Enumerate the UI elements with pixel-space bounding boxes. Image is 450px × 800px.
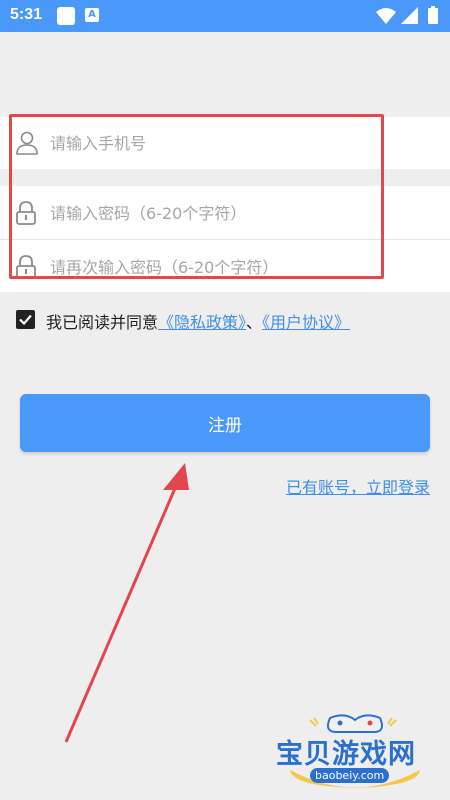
check-icon bbox=[19, 314, 32, 326]
status-time: 5:31 bbox=[10, 6, 43, 23]
privacy-policy-link[interactable]: 《隐私政策》 bbox=[158, 313, 246, 332]
password-field[interactable] bbox=[0, 186, 450, 239]
app-icon bbox=[57, 7, 75, 25]
agreement-separator: 、 bbox=[246, 313, 263, 332]
password-input[interactable] bbox=[50, 201, 440, 225]
battery-icon bbox=[428, 6, 438, 24]
user-agreement-link[interactable]: 《用户协议》 bbox=[262, 313, 350, 332]
phone-input[interactable] bbox=[50, 131, 440, 155]
agreement-text: 我已阅读并同意《隐私政策》、《用户协议》 bbox=[46, 309, 350, 333]
watermark-title: 宝贝游戏网 bbox=[276, 739, 416, 770]
agreement-checkbox[interactable] bbox=[16, 310, 35, 329]
confirm-password-field[interactable] bbox=[0, 240, 450, 292]
status-bar: 5:31 A bbox=[0, 0, 450, 32]
confirm-password-input[interactable] bbox=[50, 255, 440, 279]
register-button[interactable]: 注册 bbox=[20, 394, 430, 452]
signal-icon bbox=[401, 7, 418, 24]
wifi-icon bbox=[376, 8, 396, 24]
login-link[interactable]: 已有账号，立即登录 bbox=[286, 474, 430, 498]
watermark-url: baobeiy.com bbox=[310, 768, 390, 783]
lock-icon bbox=[16, 255, 36, 279]
lock-icon bbox=[16, 201, 36, 225]
watermark-logo: 宝贝游戏网 baobeiy.com bbox=[270, 710, 440, 790]
phone-field[interactable] bbox=[0, 117, 450, 169]
a-icon: A bbox=[85, 8, 99, 22]
agreement-prefix: 我已阅读并同意 bbox=[46, 313, 159, 332]
user-icon bbox=[16, 131, 38, 155]
